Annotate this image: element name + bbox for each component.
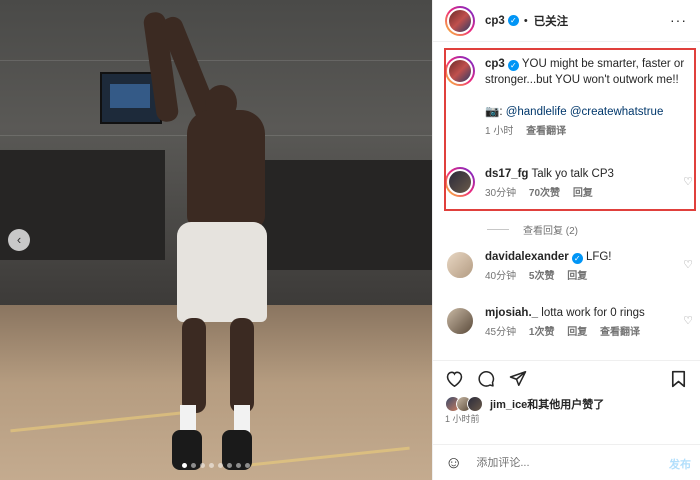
wall-line — [0, 60, 432, 61]
bookmark-icon[interactable] — [671, 370, 686, 391]
caption-username[interactable]: cp3 — [485, 58, 505, 70]
avatar — [467, 396, 483, 412]
comment-likes-count[interactable]: 70次赞 — [529, 188, 560, 199]
likes-summary[interactable]: jim_ice和其他用户赞了 — [445, 396, 604, 412]
emoji-icon[interactable]: ☺ — [445, 453, 462, 473]
more-options-icon[interactable]: ··· — [670, 12, 687, 28]
comment-username[interactable]: ds17_fg — [485, 168, 528, 180]
likes-text[interactable]: jim_ice和其他用户赞了 — [490, 396, 604, 412]
comment-input[interactable] — [476, 456, 637, 469]
post-photo[interactable]: ‹ — [0, 0, 432, 480]
reply-button[interactable]: 回复 — [573, 188, 593, 199]
mention-link[interactable]: @handlelife — [506, 106, 567, 118]
avatar[interactable] — [445, 250, 475, 280]
share-icon[interactable] — [509, 370, 527, 390]
following-button[interactable]: 已关注 — [534, 13, 569, 29]
view-replies-label: 查看回复 (2) — [523, 226, 578, 237]
carousel-prev-button[interactable]: ‹ — [8, 229, 30, 251]
separator: • — [523, 14, 528, 27]
avatar[interactable] — [445, 56, 475, 86]
comment-like-heart-icon[interactable]: ♡ — [683, 314, 693, 327]
post-comment-button[interactable]: 发布 — [669, 456, 691, 472]
gym-equipment — [262, 160, 432, 270]
comment-like-heart-icon[interactable]: ♡ — [683, 258, 693, 271]
verified-badge-icon: ✓ — [571, 253, 583, 264]
post-time-ago: 1 小时前 — [445, 414, 480, 424]
camera-icon: 📷: — [485, 106, 503, 118]
comment-text: lotta work for 0 rings — [541, 307, 645, 319]
comment-icon[interactable] — [477, 370, 495, 391]
carousel-dot — [191, 463, 196, 468]
comment-item: ds17_fg Talk yo talk CP3 30分钟 70次赞 回复 ♡ — [445, 167, 693, 201]
heart-icon[interactable] — [445, 370, 464, 390]
view-replies-button[interactable]: 查看回复 (2) — [487, 222, 578, 237]
post-header: cp3 ✓ • 已关注 ··· — [433, 0, 700, 42]
carousel-dot — [209, 463, 214, 468]
avatar[interactable] — [445, 306, 475, 336]
carousel-dot — [218, 463, 223, 468]
post-action-bar — [433, 360, 700, 396]
header-username[interactable]: cp3 — [485, 15, 505, 27]
comment-text: LFG! — [585, 251, 612, 263]
comment-like-heart-icon[interactable]: ♡ — [683, 175, 693, 188]
avatar[interactable] — [445, 167, 475, 197]
divider — [487, 229, 509, 230]
player-leg-right — [230, 318, 254, 413]
carousel-dot — [227, 463, 232, 468]
avatar[interactable] — [445, 5, 475, 36]
carousel-dot — [200, 463, 205, 468]
verified-badge-icon: ✓ — [507, 15, 519, 26]
verified-badge-icon: ✓ — [507, 60, 519, 71]
comment-username[interactable]: davidalexander — [485, 251, 569, 263]
comment-item: mjosiah._ lotta work for 0 rings 45分钟 1次… — [445, 306, 693, 340]
comment-item: davidalexander ✓ LFG! 40分钟 5次赞 回复 ♡ — [445, 250, 693, 284]
post-caption: cp3 ✓ YOU might be smarter, faster or str… — [445, 56, 693, 140]
comment-likes-count[interactable]: 5次赞 — [529, 271, 555, 282]
comment-time: 30分钟 — [485, 188, 517, 199]
comment-username[interactable]: mjosiah._ — [485, 307, 538, 319]
reply-button[interactable]: 回复 — [567, 327, 587, 338]
mention-link[interactable]: @createwhatstrue — [570, 106, 664, 118]
player-torso — [187, 110, 265, 228]
reply-button[interactable]: 回复 — [567, 271, 587, 282]
caption-time: 1 小时 — [485, 126, 514, 137]
comment-likes-count[interactable]: 1次赞 — [529, 327, 555, 338]
carousel-dot — [182, 463, 187, 468]
comment-text: Talk yo talk CP3 — [531, 168, 614, 180]
post-side-panel: cp3 ✓ • 已关注 ··· cp3 ✓ YOU might be smarte… — [432, 0, 700, 480]
carousel-dots — [0, 463, 432, 468]
player-shorts — [177, 222, 267, 322]
carousel-dot — [236, 463, 241, 468]
add-comment-bar: ☺ 发布 — [433, 444, 700, 480]
comment-time: 45分钟 — [485, 327, 517, 338]
carousel-dot — [245, 463, 250, 468]
see-translation-link[interactable]: 查看翻译 — [600, 327, 640, 338]
player-leg-left — [182, 318, 206, 413]
see-translation-link[interactable]: 查看翻译 — [526, 126, 566, 137]
comment-time: 40分钟 — [485, 271, 517, 282]
